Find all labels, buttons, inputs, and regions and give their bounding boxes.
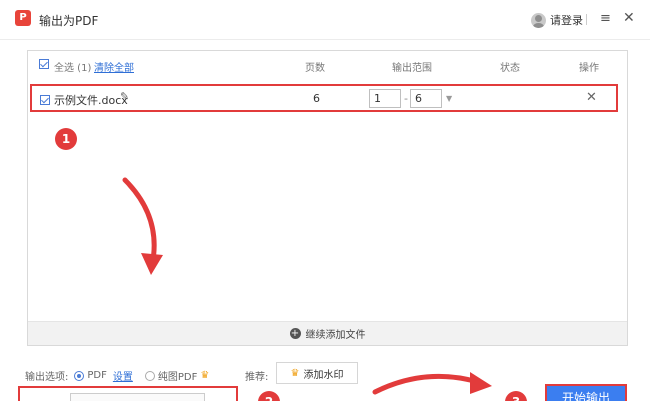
page-count: 6	[313, 92, 320, 105]
close-icon[interactable]: ✕	[623, 10, 635, 26]
header-range: 输出范围	[392, 63, 432, 74]
plus-circle-icon: +	[289, 328, 301, 339]
range-from-input[interactable]	[369, 89, 401, 108]
remove-file-icon[interactable]: ✕	[586, 90, 597, 105]
title-separator	[586, 14, 587, 25]
add-more-label: 继续添加文件	[305, 330, 366, 341]
clear-all-link[interactable]: 清除全部	[94, 59, 134, 74]
login-button[interactable]: 请登录	[531, 11, 583, 29]
title-bar: P 输出为PDF 请登录 ≡ ✕	[0, 0, 650, 40]
file-name: 示例文件.docx	[54, 94, 128, 107]
row-checkbox[interactable]	[40, 93, 50, 106]
step-badge-3: 3	[505, 391, 527, 401]
select-all-checkbox[interactable]	[39, 59, 49, 70]
pdf-settings-link[interactable]: 设置	[113, 368, 133, 383]
table-row: 示例文件.docx ✎ 6 - ▼ ✕	[30, 84, 618, 112]
table-header: 全选 (1) 清除全部 页数 输出范围 状态 操作	[28, 51, 627, 79]
checkbox-checked-icon	[39, 59, 49, 69]
avatar-icon	[531, 12, 546, 28]
image-pdf-label: 纯图PDF	[157, 372, 198, 383]
arrow-curve	[122, 177, 157, 263]
options-label: 输出选项:	[25, 372, 69, 383]
hamburger-icon[interactable]: ≡	[600, 11, 611, 26]
arrow-curve	[372, 373, 481, 395]
app-pdf-icon: P	[15, 10, 31, 26]
header-status: 状态	[500, 63, 520, 74]
add-watermark-button[interactable]: ♛ 添加水印	[276, 362, 358, 384]
select-all-label: 全选 (1)	[54, 63, 92, 74]
save-path-input[interactable]	[70, 393, 205, 401]
login-label: 请登录	[550, 14, 583, 27]
arrow-head	[470, 372, 492, 394]
crown-icon: ♛	[200, 370, 210, 381]
header-pages: 页数	[305, 63, 325, 74]
pdf-radio-label: PDF	[87, 370, 107, 381]
chevron-down-icon[interactable]: ▼	[446, 94, 452, 103]
curved-arrow-right	[372, 372, 492, 395]
start-export-button[interactable]: 开始输出	[545, 384, 627, 401]
export-pdf-window: P 输出为PDF 请登录 ≡ ✕ 全选 (1) 清除全部 页数 输出范围 状态 …	[0, 0, 650, 401]
save-location-box	[18, 386, 238, 401]
add-watermark-label: 添加水印	[303, 369, 344, 381]
crown-icon: ♛	[290, 367, 300, 379]
checkbox-checked-icon	[40, 95, 50, 105]
image-pdf-radio[interactable]	[144, 370, 155, 381]
range-to-input[interactable]	[410, 89, 442, 108]
step-badge-2: 2	[258, 391, 280, 401]
arrow-head	[141, 253, 163, 275]
step-badge-1: 1	[55, 128, 77, 150]
window-title: 输出为PDF	[39, 14, 99, 28]
curved-arrow-down	[122, 177, 163, 275]
range-dash: -	[404, 92, 408, 105]
rename-icon[interactable]: ✎	[120, 90, 129, 103]
add-more-files-button[interactable]: + 继续添加文件	[28, 321, 627, 345]
pdf-radio[interactable]	[74, 370, 85, 381]
output-options: 输出选项: PDF 设置 纯图PDF ♛	[25, 368, 209, 383]
recommend-label: 推荐:	[245, 372, 269, 383]
header-action: 操作	[579, 63, 599, 74]
